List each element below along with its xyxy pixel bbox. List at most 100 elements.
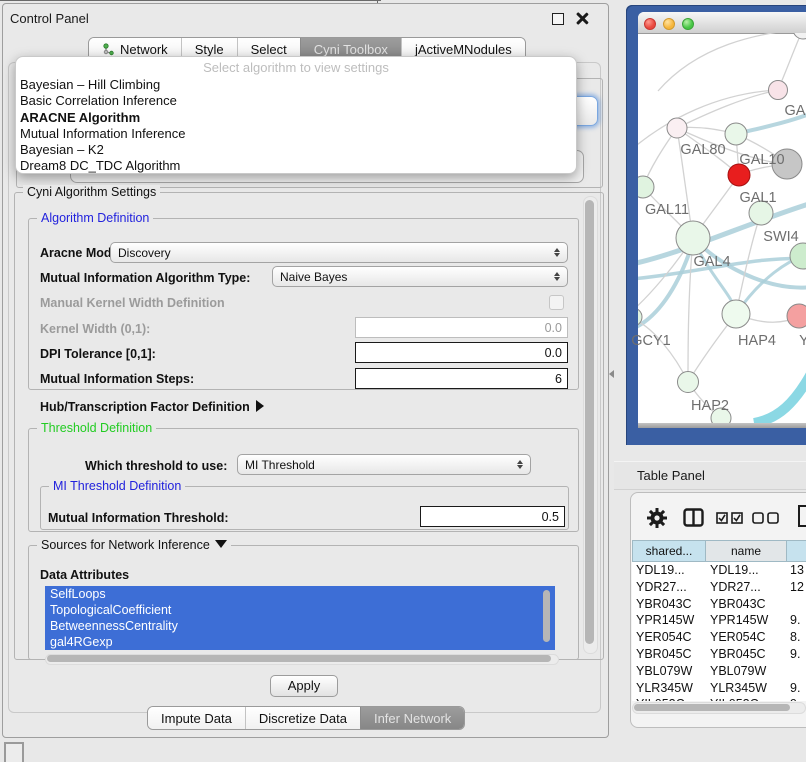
cell: YBR043C (632, 596, 710, 613)
collapse-arrow-icon[interactable] (215, 540, 227, 548)
cell: YBR045C (710, 646, 790, 663)
node-hap4[interactable] (722, 300, 750, 328)
table-row[interactable]: YER054CYER054C8. (632, 629, 806, 646)
deselect-all-icon[interactable] (752, 512, 779, 524)
kernel-width-field[interactable] (355, 317, 568, 338)
table-hscrollbar-thumb[interactable] (634, 704, 790, 711)
network-window-titlebar[interactable] (638, 12, 806, 34)
attribute-item[interactable]: TopologicalCoefficient (45, 602, 555, 618)
algorithm-item[interactable]: Bayesian – K2 (20, 142, 576, 158)
algorithm-item[interactable]: Basic Correlation Inference (20, 93, 576, 109)
mi-steps-field[interactable] (355, 368, 568, 389)
table-row[interactable]: YBL079WYBL079W (632, 663, 806, 680)
hub-definition-section[interactable]: Hub/Transcription Factor Definition (40, 400, 264, 414)
cell: YER054C (632, 629, 710, 646)
dpi-tolerance-label: DPI Tolerance [0,1]: (40, 347, 156, 361)
node-label: GAL (784, 103, 806, 119)
attribute-item[interactable]: SelfLoops (45, 586, 555, 602)
algorithm-item[interactable]: Dream8 DC_TDC Algorithm (20, 158, 576, 174)
threshold-definition-title: Threshold Definition (37, 421, 156, 435)
tab-select-label: Select (251, 42, 287, 57)
which-threshold-value: MI Threshold (245, 458, 315, 472)
aracne-mode-value: Discovery (118, 246, 171, 260)
algorithm-definition-title: Algorithm Definition (37, 211, 153, 225)
tab-infer-network-label: Infer Network (374, 711, 451, 726)
table-row[interactable]: YPR145WYPR145W9. (632, 612, 806, 629)
node-table[interactable]: YDL19...YDL19...13 YDR27...YDR27...12 YB… (632, 562, 806, 701)
attribute-item[interactable]: BetweennessCentrality (45, 618, 555, 634)
node-gal80[interactable] (667, 118, 687, 138)
node-label: HAP4 (738, 333, 776, 349)
node-label: GAL1 (739, 190, 776, 206)
algorithm-item[interactable]: Bayesian – Hill Climbing (20, 77, 576, 93)
zoom-traffic-light[interactable] (682, 18, 694, 30)
tab-impute-data[interactable]: Impute Data (148, 707, 245, 729)
table-row[interactable]: YBR045CYBR045C9. (632, 646, 806, 663)
cell: YBL079W (632, 663, 710, 680)
attributes-hscrollbar-thumb[interactable] (47, 655, 551, 662)
algorithm-item[interactable]: Mutual Information Inference (20, 126, 576, 142)
attribute-item[interactable]: gal4RGexp (45, 634, 555, 650)
minimize-traffic-light[interactable] (663, 18, 675, 30)
cell: YDR27... (632, 579, 710, 596)
tab-discretize-data[interactable]: Discretize Data (245, 707, 360, 729)
column-header-name[interactable]: name (706, 540, 787, 562)
node[interactable] (769, 81, 788, 100)
expand-arrow-icon[interactable] (256, 400, 264, 412)
node-salmon[interactable] (787, 304, 806, 328)
float-window-icon[interactable] (552, 13, 564, 25)
node-gal4[interactable] (676, 221, 710, 255)
highlighted-edge[interactable] (754, 372, 806, 423)
which-threshold-combo[interactable]: MI Threshold (237, 454, 531, 475)
mi-type-value: Naive Bayes (280, 270, 347, 284)
node-gal11[interactable] (638, 176, 654, 198)
mi-type-combo[interactable]: Naive Bayes (272, 266, 568, 287)
tab-cyni-toolbox-label: Cyni Toolbox (314, 42, 388, 57)
node-gal10[interactable] (725, 123, 747, 145)
screen: Control Panel Network Style Select Cyni … (0, 0, 806, 762)
cell: 13 (790, 562, 806, 579)
dpi-tolerance-field[interactable] (355, 342, 568, 363)
table-row[interactable]: YDL19...YDL19...13 (632, 562, 806, 579)
table-row[interactable]: YDR27...YDR27...12 (632, 579, 806, 596)
window-bottom-shadow (638, 423, 806, 428)
close-traffic-light[interactable] (644, 18, 656, 30)
tab-jactivemnodules-label: jActiveMNodules (415, 42, 512, 57)
table-row[interactable]: YLR345WYLR345W9. (632, 680, 806, 697)
node-hap2[interactable] (678, 372, 699, 393)
bottom-tabbar: Impute Data Discretize Data Infer Networ… (147, 706, 465, 730)
restore-panel-button[interactable] (4, 742, 24, 762)
settings-scrollbar-thumb[interactable] (585, 200, 594, 644)
algorithm-popup: Select algorithm to view settings Bayesi… (15, 56, 577, 174)
close-icon[interactable] (576, 12, 589, 25)
apply-button[interactable]: Apply (270, 675, 338, 697)
popup-hint: Select algorithm to view settings (16, 57, 576, 77)
which-threshold-label: Which threshold to use: (85, 459, 227, 473)
columns-icon[interactable] (683, 508, 704, 527)
cell: YPR145W (710, 612, 790, 629)
gear-icon[interactable] (646, 507, 668, 529)
sources-group-title[interactable]: Sources for Network Inference (37, 538, 231, 552)
algorithm-item-selected[interactable]: ARACNE Algorithm (20, 110, 576, 126)
data-attributes-list[interactable]: SelfLoops TopologicalCoefficient Between… (45, 586, 555, 650)
node[interactable] (790, 243, 806, 269)
mi-threshold-label: Mutual Information Threshold: (48, 511, 229, 525)
document-icon[interactable] (797, 504, 806, 528)
manual-kernel-checkbox[interactable] (549, 295, 564, 310)
panel-collapse-arrow-icon[interactable] (609, 370, 614, 378)
node[interactable] (793, 33, 806, 39)
tab-impute-data-label: Impute Data (161, 711, 232, 726)
select-all-icon[interactable] (716, 512, 743, 524)
table-row[interactable]: YBR043CYBR043C (632, 596, 806, 613)
tab-network-label: Network (120, 42, 168, 57)
node-label: GAL4 (693, 254, 730, 270)
mi-threshold-field[interactable] (420, 506, 565, 527)
column-header-shared-name[interactable]: shared... (632, 540, 706, 562)
table-row[interactable]: YIL052CYIL052C9 (632, 696, 806, 701)
aracne-mode-combo[interactable]: Discovery (110, 242, 568, 263)
cell: YIL052C (710, 696, 790, 701)
column-header-partial[interactable] (787, 540, 806, 562)
tab-infer-network[interactable]: Infer Network (360, 707, 464, 729)
attributes-scrollbar-thumb[interactable] (543, 590, 550, 642)
top-edge-artifact (0, 0, 381, 1)
